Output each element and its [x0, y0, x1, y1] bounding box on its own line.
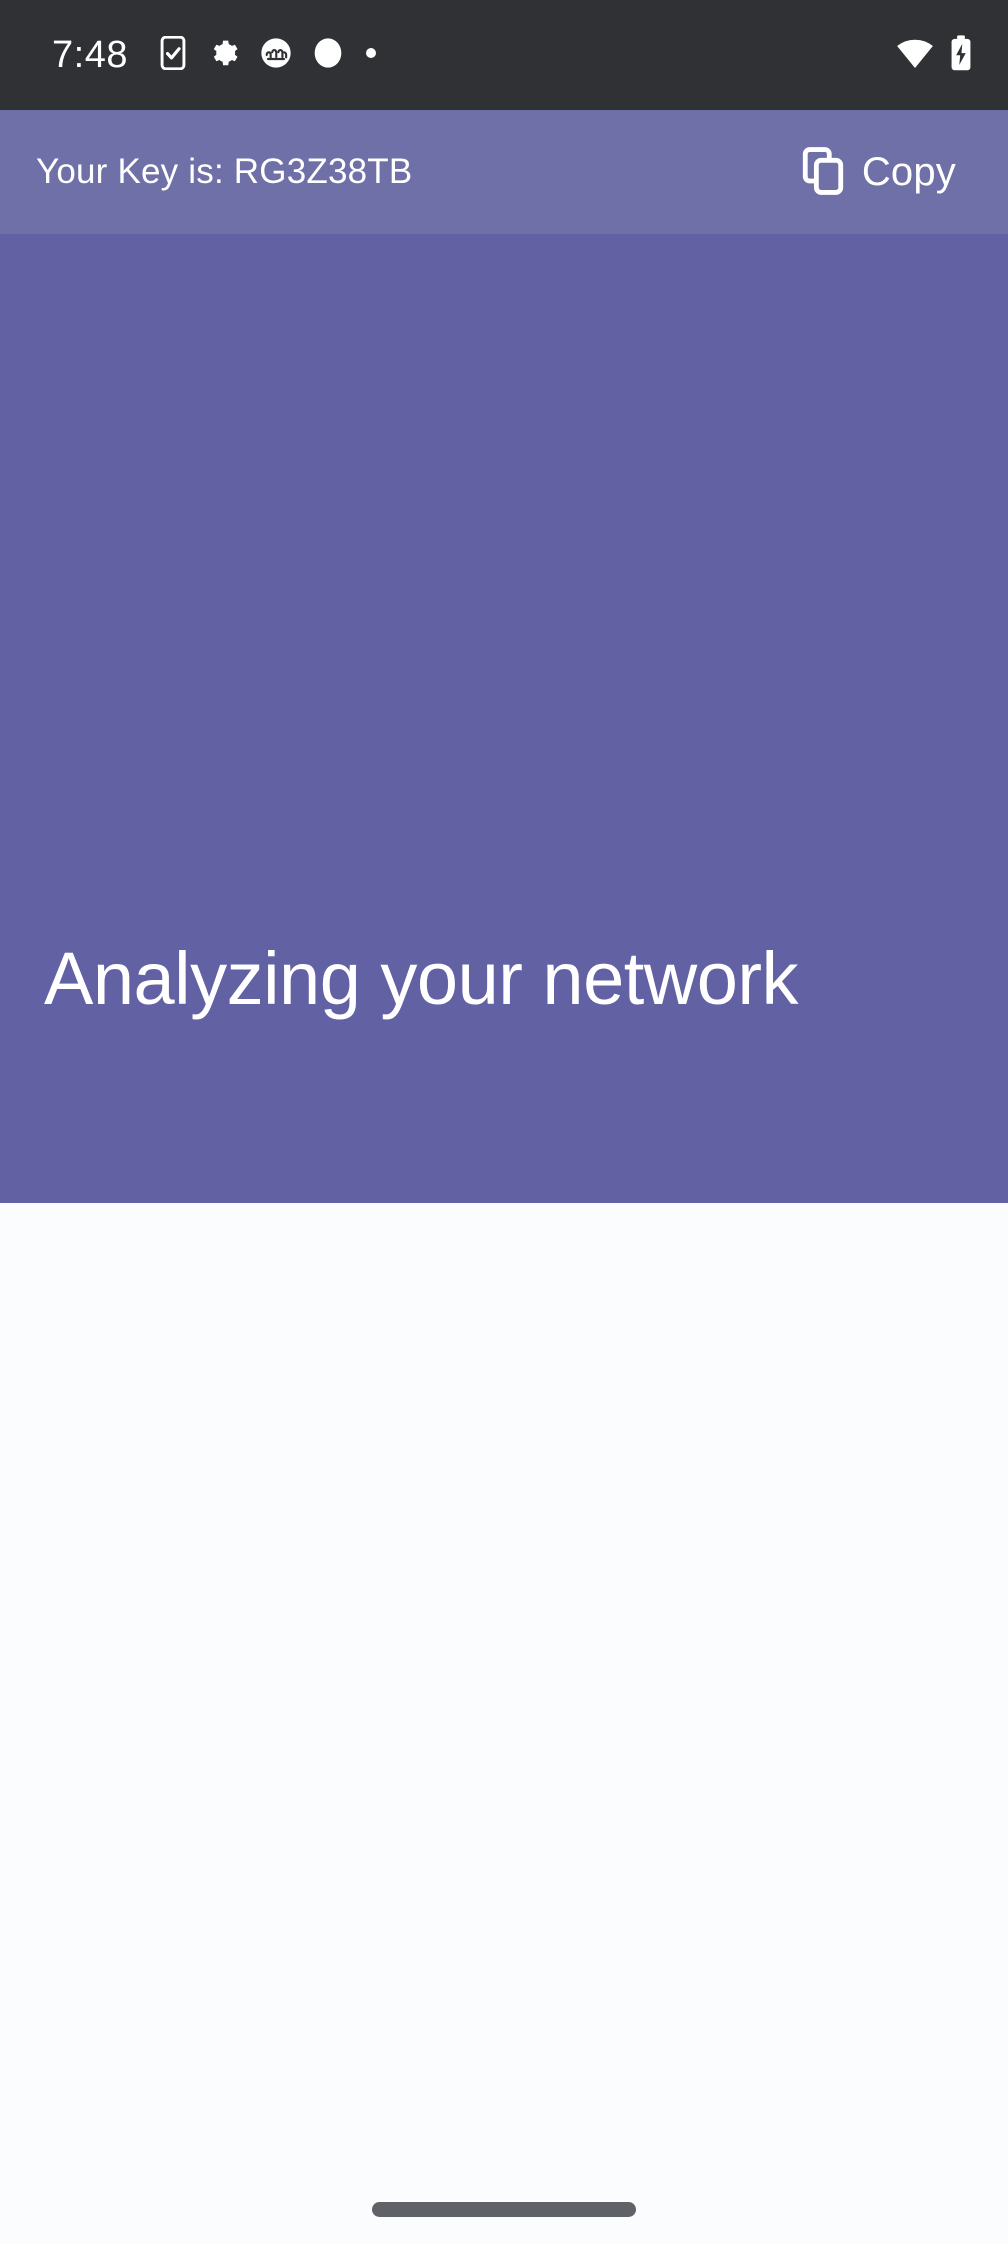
wifi-icon — [896, 37, 934, 74]
status-bar: 7:48 — [0, 0, 1008, 110]
key-text: Your Key is: RG3Z38TB — [36, 152, 413, 191]
circle-icon — [312, 37, 344, 74]
status-bar-left: 7:48 — [52, 34, 378, 77]
home-gesture-pill[interactable] — [372, 2201, 636, 2217]
copy-icon — [802, 146, 844, 198]
page-title: Analyzing your network — [44, 937, 799, 1021]
gear-icon — [208, 37, 240, 74]
status-bar-clock: 7:48 — [52, 33, 128, 76]
content-area: Scanning Network Please don’t move your … — [0, 1203, 1008, 2244]
copy-button-label: Copy — [861, 149, 956, 194]
task-check-icon — [158, 35, 188, 75]
phone-screen: 7:48 Your Key is: RG3Z38TB Copy Analyzin… — [0, 0, 1008, 2244]
system-navigation-bar — [0, 2152, 1008, 2244]
status-bar-notification-icons — [158, 35, 378, 75]
hero-section: Analyzing your network 1 of 4 — [0, 234, 1008, 1333]
dot-icon — [364, 46, 378, 65]
battery-charging-icon — [950, 34, 972, 77]
key-banner: Your Key is: RG3Z38TB Copy — [0, 110, 1008, 234]
status-bar-right — [896, 34, 972, 77]
copy-button[interactable]: Copy — [794, 141, 964, 204]
face-icon — [260, 37, 292, 74]
